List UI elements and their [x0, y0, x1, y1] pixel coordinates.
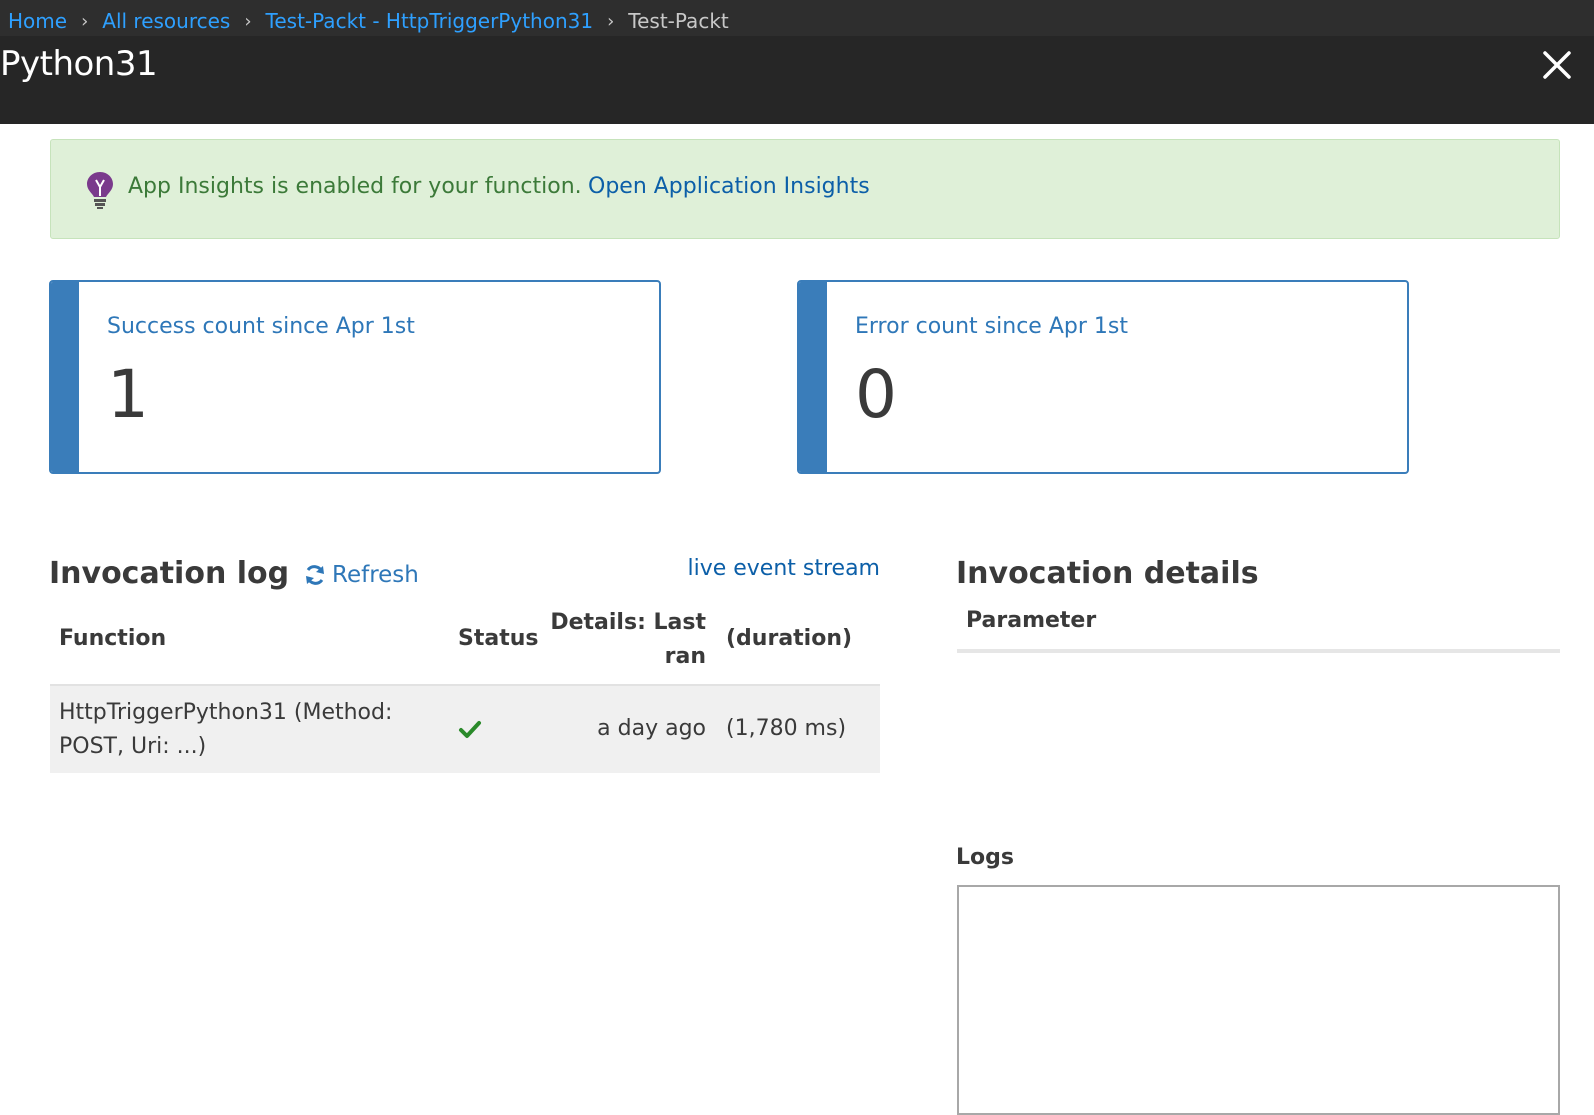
- logs-textarea[interactable]: [957, 885, 1560, 1115]
- column-header-details-ran: ran: [664, 644, 706, 669]
- breadcrumb-all-resources[interactable]: All resources: [102, 9, 230, 33]
- success-count-label: Success count since Apr 1st: [107, 314, 415, 339]
- chevron-right-icon: ›: [607, 10, 615, 32]
- error-count-card[interactable]: Error count since Apr 1st 0: [797, 280, 1409, 474]
- open-app-insights-link[interactable]: Open Application Insights: [588, 174, 870, 199]
- card-accent: [51, 282, 79, 472]
- breadcrumb-function[interactable]: Test-Packt - HttpTriggerPython31: [266, 9, 594, 33]
- checkmark-icon: [458, 720, 482, 746]
- lightbulb-icon: [85, 170, 115, 210]
- page-title: Python31: [0, 44, 158, 84]
- app-insights-banner: App Insights is enabled for your functio…: [50, 139, 1560, 239]
- error-count-label: Error count since Apr 1st: [855, 314, 1128, 339]
- invocation-log-heading: Invocation log: [49, 556, 290, 591]
- refresh-label: Refresh: [332, 562, 419, 588]
- breadcrumb-current: Test-Packt: [628, 9, 729, 33]
- success-count-value: 1: [107, 356, 149, 433]
- column-header-function[interactable]: Function: [59, 626, 166, 651]
- last-ran-value: a day ago: [597, 716, 706, 741]
- card-accent: [799, 282, 827, 472]
- refresh-icon: [306, 565, 324, 585]
- column-header-details[interactable]: Details: Last: [550, 610, 706, 635]
- duration-value: (1,780 ms): [726, 716, 847, 741]
- column-header-status[interactable]: Status: [458, 626, 538, 651]
- refresh-button[interactable]: Refresh: [304, 562, 419, 588]
- function-name-line1: HttpTriggerPython31 (Method:: [59, 700, 393, 725]
- column-header-duration[interactable]: (duration): [726, 626, 852, 651]
- error-count-value: 0: [855, 356, 897, 433]
- table-row[interactable]: HttpTriggerPython31 (Method: POST, Uri: …: [50, 684, 880, 773]
- logs-label: Logs: [956, 845, 1014, 870]
- success-count-card[interactable]: Success count since Apr 1st 1: [49, 280, 661, 474]
- invocation-details-heading: Invocation details: [956, 556, 1259, 591]
- chevron-right-icon: ›: [244, 10, 252, 32]
- close-icon[interactable]: [1540, 48, 1574, 82]
- parameter-divider: [957, 649, 1560, 653]
- breadcrumb-home[interactable]: Home: [8, 9, 67, 33]
- banner-message: App Insights is enabled for your functio…: [128, 174, 582, 199]
- blade-header: Home › All resources › Test-Packt - Http…: [0, 0, 1594, 124]
- live-event-stream-link[interactable]: live event stream: [687, 556, 880, 581]
- function-name-line2: POST, Uri: ...): [59, 734, 207, 759]
- breadcrumb: Home › All resources › Test-Packt - Http…: [8, 6, 729, 36]
- chevron-right-icon: ›: [81, 10, 89, 32]
- parameter-header: Parameter: [966, 608, 1097, 633]
